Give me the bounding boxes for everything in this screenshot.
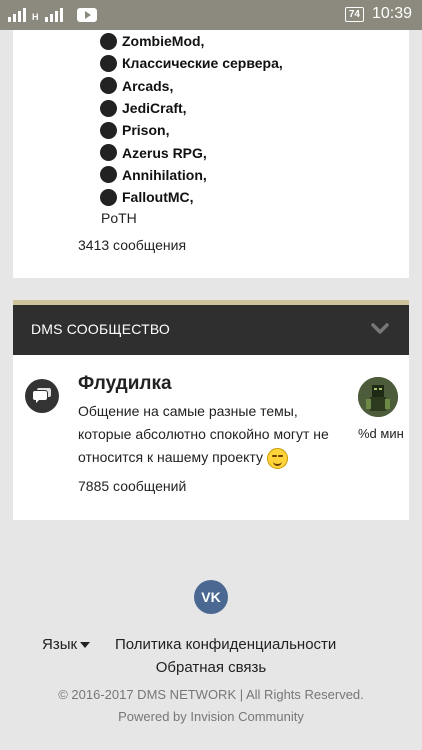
powered-by-link[interactable]: Powered by Invision Community: [0, 709, 422, 724]
category-card-community: DMS СООБЩЕСТВО Флудилка Общение на самые…: [13, 300, 409, 520]
bullet-icon: [100, 166, 117, 184]
smiling-emoji-icon: [266, 447, 288, 469]
feedback-link[interactable]: Обратная связь: [0, 659, 422, 676]
chevron-down-icon[interactable]: [369, 317, 391, 339]
list-item[interactable]: Arcads,: [100, 75, 283, 97]
category-title: DMS СООБЩЕСТВО: [31, 321, 170, 337]
signal-icon-2: [44, 6, 63, 22]
bullet-icon: [100, 144, 117, 162]
bullet-icon: [100, 188, 117, 206]
avatar[interactable]: [358, 377, 398, 417]
last-post-time: %d мин: [358, 426, 404, 441]
forum-description: Общение на самые разные темы, которые аб…: [78, 400, 348, 469]
bullet-icon: [100, 77, 117, 95]
list-item[interactable]: ZombieMod,: [100, 30, 283, 52]
bullet-icon: [100, 54, 117, 72]
list-item[interactable]: FalloutMC,: [100, 186, 283, 208]
chat-bubble-icon: [25, 379, 59, 413]
category-header[interactable]: DMS СООБЩЕСТВО: [13, 305, 409, 355]
list-item[interactable]: Annihilation,: [100, 164, 283, 186]
list-item[interactable]: JediCraft,: [100, 97, 283, 119]
server-list: ZombieMod, Классические сервера, Arcads,…: [100, 30, 283, 208]
message-count: 3413 сообщения: [78, 237, 187, 253]
forum-message-count: 7885 сообщений: [78, 478, 187, 494]
list-item[interactable]: Prison,: [100, 119, 283, 141]
list-item[interactable]: Azerus RPG,: [100, 141, 283, 163]
privacy-link[interactable]: Политика конфиденциальности: [115, 636, 336, 653]
caret-down-icon: [80, 642, 91, 649]
forum-title-link[interactable]: Флудилка: [78, 373, 172, 395]
bullet-icon: [100, 32, 117, 50]
bullet-icon: [100, 99, 117, 117]
status-left: H: [8, 6, 97, 22]
youtube-icon: [76, 8, 97, 22]
language-selector[interactable]: Язык: [42, 636, 91, 653]
forum-card-servers: ZombieMod, Классические сервера, Arcads,…: [13, 30, 409, 278]
clock: 10:39: [371, 5, 412, 22]
vk-icon[interactable]: VK: [194, 580, 228, 614]
signal-icon: [8, 6, 26, 22]
list-item[interactable]: Классические сервера,: [100, 52, 283, 74]
network-indicator: H: [32, 12, 39, 22]
server-extra-link[interactable]: PoTH: [101, 210, 137, 226]
status-bar: H 74 10:39: [0, 0, 422, 30]
battery-icon: 74: [344, 6, 364, 22]
status-right: 74 10:39: [344, 5, 412, 23]
copyright: © 2016-2017 DMS NETWORK | All Rights Res…: [58, 687, 364, 702]
bullet-icon: [100, 121, 117, 139]
